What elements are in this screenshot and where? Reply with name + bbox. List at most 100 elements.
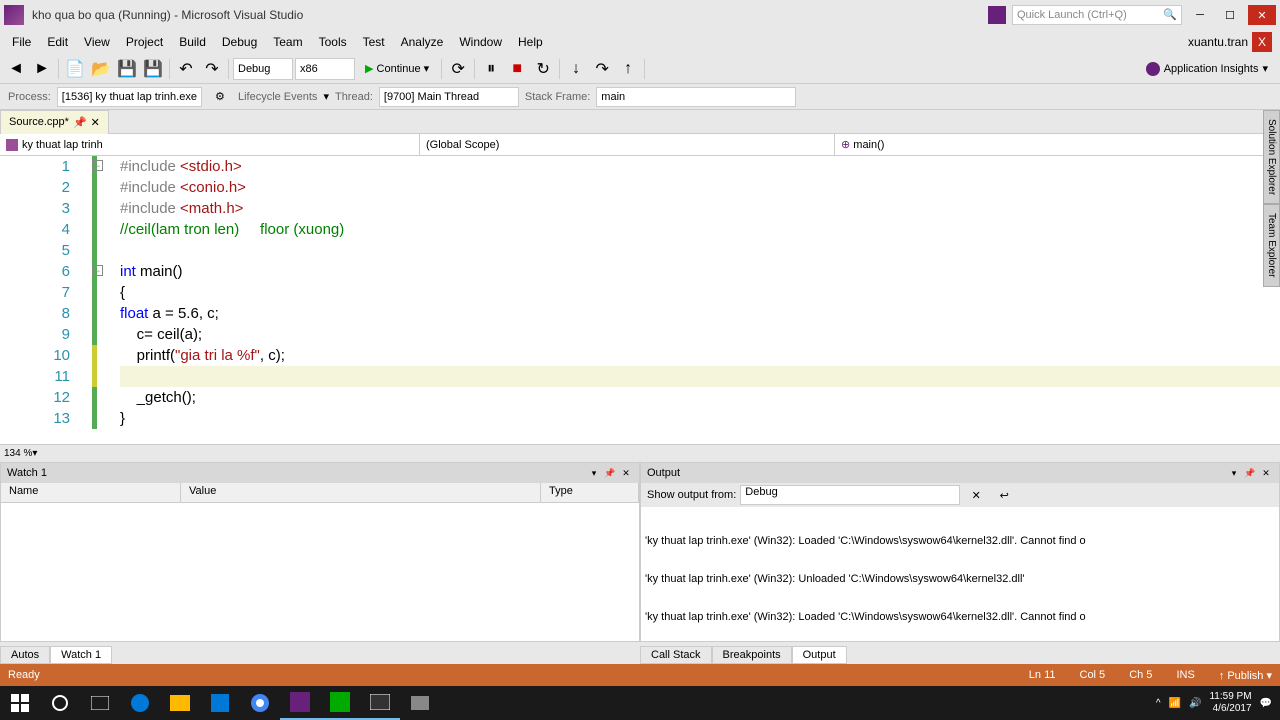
project-scope-dropdown[interactable]: ky thuat lap trinh xyxy=(0,134,420,155)
menu-tools[interactable]: Tools xyxy=(311,33,355,51)
fold-icon[interactable]: − xyxy=(92,265,103,276)
menu-edit[interactable]: Edit xyxy=(39,33,76,51)
clock[interactable]: 11:59 PM 4/6/2017 xyxy=(1209,691,1251,715)
pin-icon[interactable]: 📌 xyxy=(603,466,617,480)
new-button[interactable]: 📄 xyxy=(63,57,87,81)
dropdown-icon[interactable]: ▾ xyxy=(587,466,601,480)
status-ch: Ch 5 xyxy=(1129,669,1152,681)
menu-debug[interactable]: Debug xyxy=(214,33,265,51)
solution-explorer-tab[interactable]: Solution Explorer xyxy=(1263,110,1280,204)
save-all-button[interactable]: 💾 xyxy=(141,57,165,81)
close-icon[interactable]: ✕ xyxy=(619,466,633,480)
output-content[interactable]: 'ky thuat lap trinh.exe' (Win32): Loaded… xyxy=(641,507,1279,641)
pin-icon[interactable]: 📌 xyxy=(1243,466,1257,480)
menu-project[interactable]: Project xyxy=(118,33,171,51)
minimize-button[interactable]: ─ xyxy=(1188,5,1212,25)
step-out-button[interactable]: ↑ xyxy=(616,57,640,81)
clear-button[interactable]: ✕ xyxy=(964,483,988,507)
pin-icon[interactable]: 📌 xyxy=(73,116,87,129)
output-source-dropdown[interactable]: Debug xyxy=(740,485,960,505)
network-icon[interactable]: 📶 xyxy=(1169,698,1181,709)
tab-output[interactable]: Output xyxy=(792,646,847,664)
file-tab[interactable]: Source.cpp* 📌 ✕ xyxy=(0,110,109,134)
status-ins: INS xyxy=(1176,669,1194,681)
close-icon[interactable]: ✕ xyxy=(1259,466,1273,480)
tab-watch1[interactable]: Watch 1 xyxy=(50,646,112,664)
output-panel-header[interactable]: Output ▾ 📌 ✕ xyxy=(641,463,1279,483)
fold-icon[interactable]: − xyxy=(92,160,103,171)
maximize-button[interactable]: ☐ xyxy=(1218,5,1242,25)
watch-col-type[interactable]: Type xyxy=(541,483,639,502)
team-explorer-tab[interactable]: Team Explorer xyxy=(1263,204,1280,286)
tab-close-icon[interactable]: ✕ xyxy=(91,116,100,129)
notification-icon[interactable]: 💬 xyxy=(1260,698,1272,709)
save-button[interactable]: 💾 xyxy=(115,57,139,81)
app-insights-button[interactable]: Application Insights▾ xyxy=(1138,58,1276,80)
function-dropdown[interactable]: ⊕ main() xyxy=(835,134,1280,155)
refresh-button[interactable]: ⟳ xyxy=(446,57,470,81)
word-wrap-button[interactable]: ↩ xyxy=(992,483,1016,507)
watch-panel-header[interactable]: Watch 1 ▾ 📌 ✕ xyxy=(1,463,639,483)
vs-icon[interactable] xyxy=(280,686,320,720)
menu-window[interactable]: Window xyxy=(451,33,510,51)
tab-breakpoints[interactable]: Breakpoints xyxy=(712,646,792,664)
forward-button[interactable]: ► xyxy=(30,57,54,81)
system-tray[interactable]: ^ 📶 🔊 11:59 PM 4/6/2017 💬 xyxy=(1148,691,1280,715)
console-icon[interactable] xyxy=(360,686,400,720)
close-button[interactable]: ✕ xyxy=(1248,5,1276,25)
watch-col-value[interactable]: Value xyxy=(181,483,541,502)
dropdown-icon[interactable]: ▾ xyxy=(1227,466,1241,480)
process-dropdown[interactable]: [1536] ky thuat lap trinh.exe xyxy=(57,87,202,107)
platform-dropdown[interactable]: x86 xyxy=(295,58,355,80)
tab-autos[interactable]: Autos xyxy=(0,646,50,664)
lifecycle-button[interactable]: ⚙ xyxy=(208,85,232,109)
user-badge[interactable]: xuantu.tran X xyxy=(1184,32,1276,52)
step-over-button[interactable]: ↷ xyxy=(590,57,614,81)
config-dropdown[interactable]: Debug xyxy=(233,58,293,80)
restart-button[interactable]: ↻ xyxy=(531,57,555,81)
stack-dropdown[interactable]: main xyxy=(596,87,796,107)
watch-content[interactable] xyxy=(1,503,639,641)
app-icon[interactable] xyxy=(320,686,360,720)
explorer-icon[interactable] xyxy=(160,686,200,720)
store-icon[interactable] xyxy=(200,686,240,720)
notification-icon[interactable] xyxy=(988,6,1006,24)
menu-test[interactable]: Test xyxy=(355,33,393,51)
show-output-label: Show output from: xyxy=(647,489,736,501)
status-col: Col 5 xyxy=(1080,669,1106,681)
app2-icon[interactable] xyxy=(400,686,440,720)
chrome-icon[interactable] xyxy=(240,686,280,720)
quick-launch-placeholder: Quick Launch (Ctrl+Q) xyxy=(1017,9,1127,21)
menu-help[interactable]: Help xyxy=(510,33,551,51)
redo-button[interactable]: ↷ xyxy=(200,57,224,81)
undo-button[interactable]: ↶ xyxy=(174,57,198,81)
back-button[interactable]: ◄ xyxy=(4,57,28,81)
search-icon: 🔍 xyxy=(1163,8,1177,22)
volume-icon[interactable]: 🔊 xyxy=(1189,698,1201,709)
scope-dropdown[interactable]: (Global Scope) xyxy=(420,134,835,155)
menu-file[interactable]: File xyxy=(4,33,39,51)
cortana-icon[interactable] xyxy=(40,686,80,720)
task-view-icon[interactable] xyxy=(80,686,120,720)
step-into-button[interactable]: ↓ xyxy=(564,57,588,81)
open-button[interactable]: 📂 xyxy=(89,57,113,81)
thread-dropdown[interactable]: [9700] Main Thread xyxy=(379,87,519,107)
status-ready: Ready xyxy=(8,669,40,681)
code-editor[interactable]: 1 2 3 4 5 6 7 8 9 10 11 12 13 xyxy=(0,156,1280,462)
code-content[interactable]: #include <stdio.h> #include <conio.h> #i… xyxy=(92,156,1280,444)
tray-chevron-icon[interactable]: ^ xyxy=(1156,698,1161,709)
publish-button[interactable]: ↑ Publish ▾ xyxy=(1219,669,1272,682)
stop-button[interactable]: ■ xyxy=(505,57,529,81)
quick-launch-input[interactable]: Quick Launch (Ctrl+Q) 🔍 xyxy=(1012,5,1182,25)
menu-build[interactable]: Build xyxy=(171,33,214,51)
start-button[interactable] xyxy=(0,686,40,720)
menu-analyze[interactable]: Analyze xyxy=(393,33,452,51)
zoom-indicator[interactable]: 134 % ▾ xyxy=(0,444,1280,462)
tab-callstack[interactable]: Call Stack xyxy=(640,646,712,664)
edge-icon[interactable] xyxy=(120,686,160,720)
menu-view[interactable]: View xyxy=(76,33,118,51)
continue-button[interactable]: ▶ Continue ▾ xyxy=(357,58,437,80)
pause-button[interactable]: ⏸ xyxy=(479,57,503,81)
menu-team[interactable]: Team xyxy=(265,33,310,51)
watch-col-name[interactable]: Name xyxy=(1,483,181,502)
